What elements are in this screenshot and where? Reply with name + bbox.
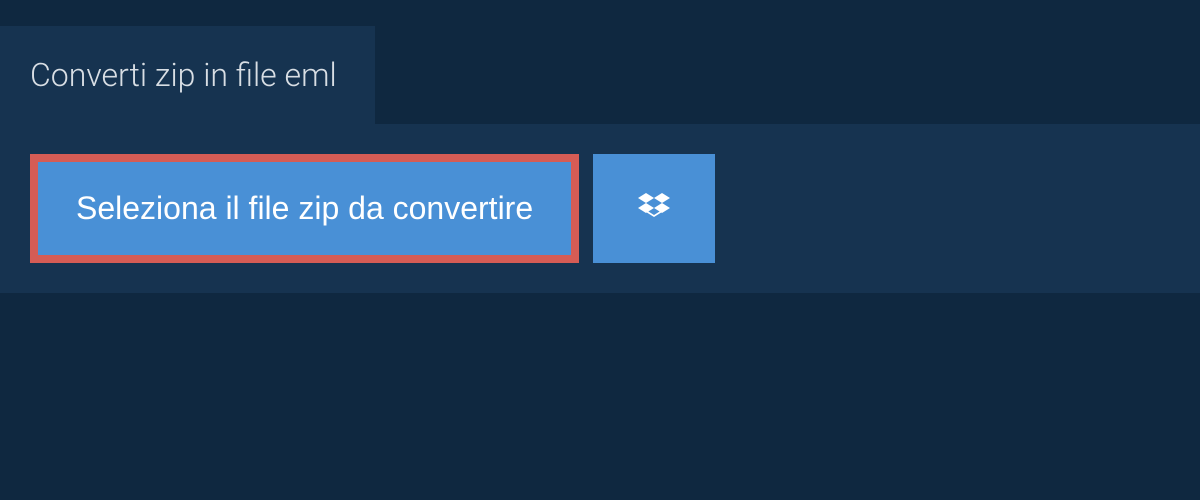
select-file-button[interactable]: Seleziona il file zip da convertire: [30, 154, 579, 263]
select-file-label: Seleziona il file zip da convertire: [76, 190, 533, 227]
page-title: Converti zip in file eml: [30, 56, 337, 94]
page-title-tab: Converti zip in file eml: [0, 26, 375, 124]
dropbox-button[interactable]: [593, 154, 715, 263]
button-row: Seleziona il file zip da convertire: [30, 154, 1170, 263]
dropbox-icon: [634, 189, 674, 229]
main-panel: Seleziona il file zip da convertire: [0, 124, 1200, 293]
